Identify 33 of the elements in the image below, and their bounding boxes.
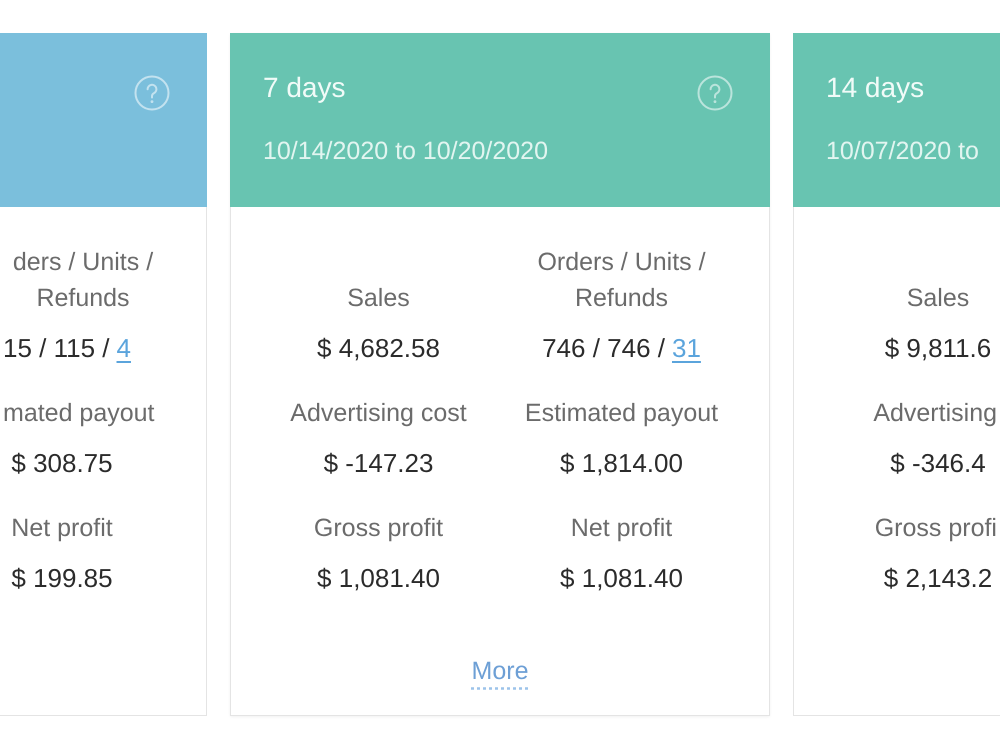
metric-label: Gross profit — [314, 513, 444, 544]
metric-label: Net profit — [11, 513, 113, 544]
metric-label: Advertising — [873, 398, 997, 429]
metric-value: $ 1,081.40 — [560, 562, 683, 595]
metric-label: Advertising cost — [290, 398, 467, 429]
metric-label: mated payout — [3, 398, 154, 429]
period-title: 7 days — [263, 71, 346, 105]
metric-label: Orders / Units / Refunds — [536, 247, 707, 314]
metric-value: $ 9,811.6 — [884, 332, 992, 365]
metric-label: Sales — [906, 283, 970, 314]
help-icon[interactable] — [697, 75, 733, 111]
more-link[interactable]: More — [472, 653, 528, 689]
metric-value: $ 308.75 — [11, 447, 113, 480]
metric-value: $ -346.4 — [890, 447, 986, 480]
date-range: 10/07/2020 to — [826, 136, 979, 167]
metric-value: 746 / 746 / 31 — [542, 332, 701, 365]
period-title: 14 days — [826, 71, 924, 105]
refunds-link[interactable]: 31 — [672, 333, 701, 363]
metric-label: ders / Units / Refunds — [12, 247, 154, 314]
date-range: 10/14/2020 to 10/20/2020 — [263, 136, 548, 167]
help-icon[interactable] — [134, 75, 170, 111]
metric-value: 15 / 115 / 4 — [3, 332, 131, 365]
metric-label: Net profit — [570, 513, 672, 544]
metric-value: $ -147.23 — [324, 447, 434, 480]
metric-value: $ 4,682.58 — [317, 332, 440, 365]
refunds-link[interactable]: 4 — [116, 333, 131, 363]
metric-value: $ 1,814.00 — [560, 447, 683, 480]
metric-value: $ 199.85 — [11, 562, 113, 595]
metric-label: Sales — [347, 283, 410, 314]
metric-value: $ 2,143.2 — [884, 562, 992, 595]
metric-label: Gross profi — [874, 513, 997, 544]
metric-label: Estimated payout — [524, 398, 718, 429]
metric-value: $ 1,081.40 — [317, 562, 440, 595]
